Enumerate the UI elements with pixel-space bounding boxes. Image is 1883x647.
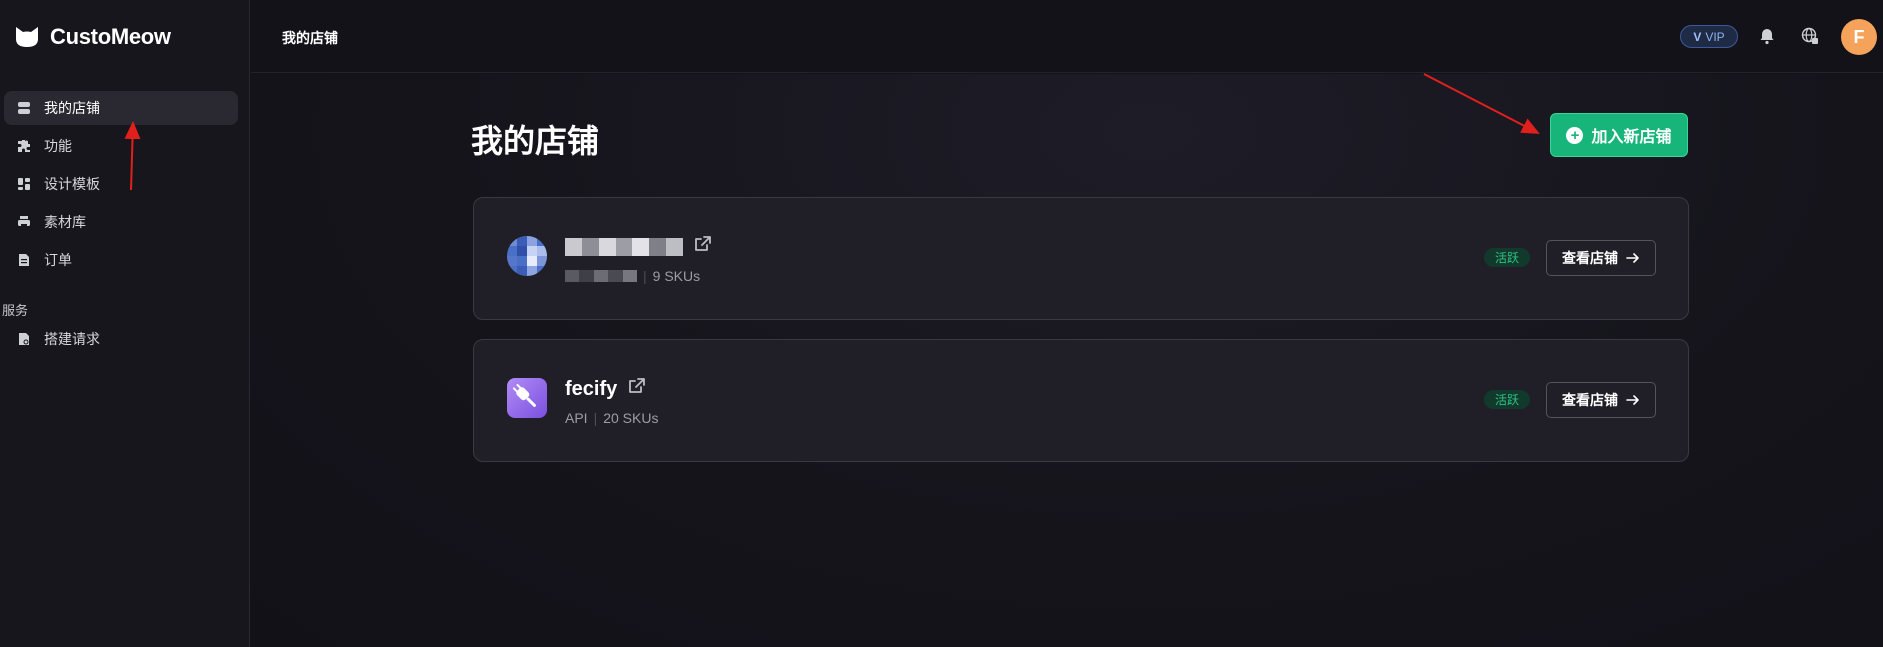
grid-icon [16,176,32,192]
add-new-store-button[interactable]: + 加入新店铺 [1550,113,1688,157]
cat-logo-icon [16,27,38,47]
brand[interactable]: CustoMeow [14,22,171,52]
meta-separator: | [593,410,598,426]
view-store-label: 查看店铺 [1562,392,1618,408]
section-label-services: 服务 [2,303,29,318]
store-logo-pixelated-icon [507,236,547,276]
document-icon [16,252,32,268]
bell-icon[interactable] [1756,25,1778,47]
sidebar-item-label: 素材库 [44,214,86,230]
arrow-right-icon [1626,395,1639,405]
obscured-store-name [565,238,684,256]
sidebar-item-label: 搭建请求 [44,331,100,347]
store-icon [16,100,32,116]
sidebar: CustoMeow 我的店铺 功能 设计模板 素材库 订单 服务 搭建请求 [0,0,250,647]
language-globe-icon[interactable] [1799,25,1821,47]
plus-circle-icon: + [1566,126,1584,144]
view-store-label: 查看店铺 [1562,250,1618,266]
top-bar: 我的店铺 V VIP F [251,0,1883,73]
sidebar-item-label: 功能 [44,138,72,154]
vip-label: VIP [1705,29,1725,44]
sidebar-item-build-request[interactable]: 搭建请求 [4,322,238,356]
store-name[interactable] [565,234,713,260]
avatar[interactable]: F [1841,19,1877,55]
sidebar-item-my-stores[interactable]: 我的店铺 [4,91,238,125]
sidebar-item-design-templates[interactable]: 设计模板 [4,167,238,201]
external-link-icon[interactable] [627,376,647,402]
store-name[interactable]: fecify [565,376,647,402]
store-sku-count: 9 SKUs [652,268,701,284]
store-card: fecify API | 20 SKUs 活跃 查看店铺 [473,339,1689,462]
store-platform: API [565,410,588,426]
printer-icon [16,214,32,230]
status-badge: 活跃 [1484,248,1530,267]
store-meta: | 9 SKUs [565,268,700,284]
request-icon [16,331,32,347]
puzzle-icon [16,138,32,154]
brand-name: CustoMeow [50,24,171,49]
sidebar-item-label: 设计模板 [44,176,100,192]
plug-app-icon [507,378,547,418]
store-card: | 9 SKUs 活跃 查看店铺 [473,197,1689,320]
store-name-text: fecify [565,377,618,400]
sidebar-item-asset-library[interactable]: 素材库 [4,205,238,239]
arrow-right-icon [1626,253,1639,263]
breadcrumb: 我的店铺 [282,30,338,46]
sidebar-item-label: 我的店铺 [44,100,100,116]
vip-badge[interactable]: V VIP [1680,25,1738,48]
sidebar-item-orders[interactable]: 订单 [4,243,238,277]
external-link-icon[interactable] [693,234,713,260]
store-sku-count: 20 SKUs [603,410,659,426]
sidebar-item-features[interactable]: 功能 [4,129,238,163]
obscured-platform [565,270,638,282]
status-badge: 活跃 [1484,390,1530,409]
meta-separator: | [643,268,647,284]
add-new-store-label: 加入新店铺 [1591,129,1672,146]
view-store-button[interactable]: 查看店铺 [1546,382,1656,418]
vip-v-icon: V [1693,29,1702,44]
sidebar-item-label: 订单 [44,252,72,268]
store-meta: API | 20 SKUs [565,410,658,426]
page-title: 我的店铺 [471,123,600,159]
view-store-button[interactable]: 查看店铺 [1546,240,1656,276]
